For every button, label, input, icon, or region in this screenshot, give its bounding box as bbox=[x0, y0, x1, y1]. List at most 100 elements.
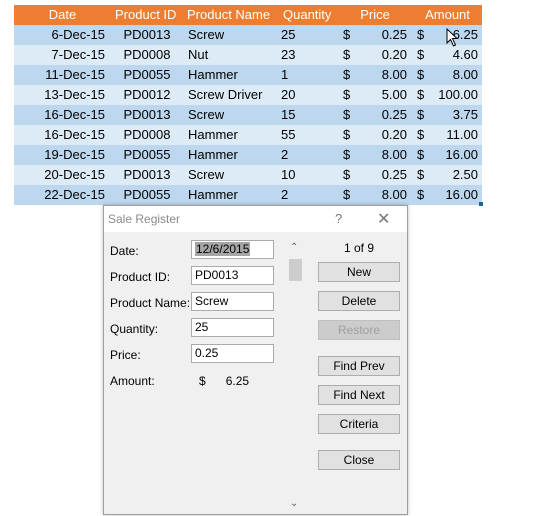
cell-product-id[interactable]: PD0055 bbox=[111, 145, 183, 165]
cell-product-id[interactable]: PD0012 bbox=[111, 85, 183, 105]
cell-product-name[interactable]: Screw bbox=[183, 165, 279, 185]
price-field[interactable]: 0.25 bbox=[191, 344, 274, 363]
cell-product-id[interactable]: PD0013 bbox=[111, 25, 183, 45]
cell-date[interactable]: 6-Dec-15 bbox=[14, 25, 111, 45]
label-product-name: Product Name: bbox=[110, 296, 191, 310]
cell-product-id[interactable]: PD0055 bbox=[111, 65, 183, 85]
cell-price[interactable]: $0.20 bbox=[337, 125, 413, 145]
cell-quantity[interactable]: 23 bbox=[279, 45, 337, 65]
cell-product-name[interactable]: Hammer bbox=[183, 65, 279, 85]
cell-amount[interactable]: $4.60 bbox=[413, 45, 482, 65]
cell-price[interactable]: $8.00 bbox=[337, 65, 413, 85]
header-price[interactable]: Price bbox=[337, 5, 413, 25]
header-product-id[interactable]: Product ID bbox=[111, 5, 183, 25]
cell-price[interactable]: $8.00 bbox=[337, 145, 413, 165]
price-value: 0.25 bbox=[381, 107, 407, 122]
cell-quantity[interactable]: 20 bbox=[279, 85, 337, 105]
cell-quantity[interactable]: 2 bbox=[279, 145, 337, 165]
cell-amount[interactable]: $8.00 bbox=[413, 65, 482, 85]
product-id-field[interactable]: PD0013 bbox=[191, 266, 274, 285]
table-row: 6-Dec-15 PD0013 Screw 25 $0.25 $6.25 bbox=[14, 25, 482, 45]
currency-symbol: $ bbox=[417, 47, 425, 62]
close-icon[interactable]: ✕ bbox=[377, 209, 390, 229]
cell-amount[interactable]: $100.00 bbox=[413, 85, 482, 105]
close-button[interactable]: Close bbox=[318, 450, 400, 470]
cell-quantity[interactable]: 55 bbox=[279, 125, 337, 145]
cell-date[interactable]: 16-Dec-15 bbox=[14, 105, 111, 125]
amount-value: 2.50 bbox=[452, 167, 478, 182]
scroll-thumb[interactable] bbox=[289, 259, 302, 281]
cell-quantity[interactable]: 1 bbox=[279, 65, 337, 85]
sales-table: Date Product ID Product Name Quantity Pr… bbox=[14, 5, 482, 205]
delete-button[interactable]: Delete bbox=[318, 291, 400, 311]
scroll-up-icon[interactable]: ⌃ bbox=[290, 242, 298, 253]
cell-product-name[interactable]: Nut bbox=[183, 45, 279, 65]
header-quantity[interactable]: Quantity bbox=[279, 5, 337, 25]
price-value: 0.25 bbox=[381, 27, 407, 42]
cell-date[interactable]: 19-Dec-15 bbox=[14, 145, 111, 165]
cell-date[interactable]: 7-Dec-15 bbox=[14, 45, 111, 65]
cell-product-id[interactable]: PD0055 bbox=[111, 185, 183, 205]
dialog-titlebar[interactable]: Sale Register ? ✕ bbox=[104, 206, 407, 232]
price-value: 8.00 bbox=[381, 67, 407, 82]
restore-button[interactable]: Restore bbox=[318, 320, 400, 340]
amount-number: 6.25 bbox=[225, 374, 250, 388]
currency-symbol: $ bbox=[417, 27, 425, 42]
amount-value: 3.75 bbox=[452, 107, 478, 122]
amount-currency: $ bbox=[199, 374, 206, 388]
cell-price[interactable]: $0.20 bbox=[337, 45, 413, 65]
cell-price[interactable]: $0.25 bbox=[337, 165, 413, 185]
cell-product-name[interactable]: Hammer bbox=[183, 185, 279, 205]
cell-date[interactable]: 11-Dec-15 bbox=[14, 65, 111, 85]
cell-product-id[interactable]: PD0013 bbox=[111, 165, 183, 185]
cell-product-name[interactable]: Hammer bbox=[183, 125, 279, 145]
price-value: 8.00 bbox=[381, 187, 407, 202]
cell-product-name[interactable]: Screw bbox=[183, 25, 279, 45]
record-indicator: 1 of 9 bbox=[344, 241, 375, 255]
cell-quantity[interactable]: 2 bbox=[279, 185, 337, 205]
criteria-button[interactable]: Criteria bbox=[318, 414, 400, 434]
amount-value: 16.00 bbox=[445, 147, 478, 162]
scroll-down-icon[interactable]: ⌄ bbox=[290, 498, 298, 509]
cell-product-name[interactable]: Screw Driver bbox=[183, 85, 279, 105]
cell-date[interactable]: 16-Dec-15 bbox=[14, 125, 111, 145]
cell-amount[interactable]: $16.00 bbox=[413, 185, 482, 205]
cell-price[interactable]: $5.00 bbox=[337, 85, 413, 105]
label-quantity: Quantity: bbox=[110, 322, 159, 336]
cell-product-name[interactable]: Screw bbox=[183, 105, 279, 125]
cell-product-name[interactable]: Hammer bbox=[183, 145, 279, 165]
find-next-button[interactable]: Find Next bbox=[318, 385, 400, 405]
date-field[interactable]: 12/6/2015 bbox=[191, 240, 274, 259]
cell-quantity[interactable]: 25 bbox=[279, 25, 337, 45]
cell-amount[interactable]: $11.00 bbox=[413, 125, 482, 145]
cell-amount[interactable]: $16.00 bbox=[413, 145, 482, 165]
record-scrollbar[interactable]: ⌃ ⌄ bbox=[287, 239, 304, 511]
cell-product-id[interactable]: PD0008 bbox=[111, 45, 183, 65]
cell-quantity[interactable]: 15 bbox=[279, 105, 337, 125]
cell-quantity[interactable]: 10 bbox=[279, 165, 337, 185]
cell-product-id[interactable]: PD0008 bbox=[111, 125, 183, 145]
cell-price[interactable]: $8.00 bbox=[337, 185, 413, 205]
currency-symbol: $ bbox=[343, 87, 351, 102]
product-name-field[interactable]: Screw bbox=[191, 292, 274, 311]
header-amount[interactable]: Amount bbox=[413, 5, 482, 25]
new-button[interactable]: New bbox=[318, 262, 400, 282]
currency-symbol: $ bbox=[417, 167, 425, 182]
cell-price[interactable]: $0.25 bbox=[337, 25, 413, 45]
quantity-field[interactable]: 25 bbox=[191, 318, 274, 337]
cell-price[interactable]: $0.25 bbox=[337, 105, 413, 125]
header-product-name[interactable]: Product Name bbox=[183, 5, 279, 25]
price-value: 0.25 bbox=[381, 167, 407, 182]
cell-amount[interactable]: $2.50 bbox=[413, 165, 482, 185]
cell-amount[interactable]: $3.75 bbox=[413, 105, 482, 125]
find-prev-button[interactable]: Find Prev bbox=[318, 356, 400, 376]
label-date: Date: bbox=[110, 244, 139, 258]
cell-product-id[interactable]: PD0013 bbox=[111, 105, 183, 125]
table-row: 11-Dec-15 PD0055 Hammer 1 $8.00 $8.00 bbox=[14, 65, 482, 85]
cell-date[interactable]: 13-Dec-15 bbox=[14, 85, 111, 105]
cell-date[interactable]: 22-Dec-15 bbox=[14, 185, 111, 205]
fill-handle[interactable] bbox=[479, 202, 483, 206]
header-date[interactable]: Date bbox=[14, 5, 111, 25]
help-icon[interactable]: ? bbox=[335, 211, 342, 226]
cell-date[interactable]: 20-Dec-15 bbox=[14, 165, 111, 185]
